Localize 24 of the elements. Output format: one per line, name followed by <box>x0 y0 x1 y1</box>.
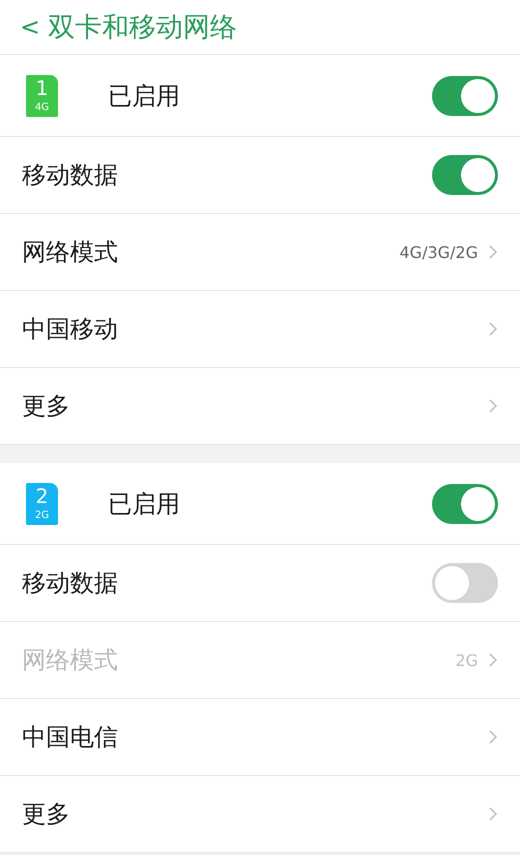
sim-card-icon: 2 2G <box>26 482 58 524</box>
setting-label[interactable]: 中国电信 <box>22 721 118 753</box>
sim-card-icon: 1 4G <box>26 74 58 116</box>
sim-toggle[interactable] <box>432 76 498 116</box>
sim-toggle[interactable] <box>432 484 498 524</box>
chevron-icon <box>488 321 498 337</box>
chevron-icon <box>488 398 498 414</box>
setting-value: 4G/3G/2G <box>399 242 478 262</box>
setting-label[interactable]: 更多 <box>22 390 70 422</box>
chevron-icon <box>488 729 498 745</box>
chevron-icon <box>488 244 498 260</box>
sim-status-label: 已启用 <box>108 488 180 520</box>
setting-label[interactable]: 中国移动 <box>22 313 118 345</box>
setting-label[interactable]: 网络模式 <box>22 236 118 268</box>
chevron-icon <box>488 652 498 668</box>
mobile-data-toggle[interactable] <box>432 155 498 195</box>
mobile-data-toggle[interactable] <box>432 563 498 603</box>
page-title: 双卡和移动网络 <box>48 11 238 45</box>
sim-status-label: 已启用 <box>108 80 180 112</box>
setting-label[interactable]: 更多 <box>22 798 70 830</box>
setting-value: 2G <box>455 650 478 670</box>
chevron-icon <box>488 806 498 822</box>
setting-label: 移动数据 <box>22 568 118 599</box>
setting-label: 移动数据 <box>22 160 118 191</box>
